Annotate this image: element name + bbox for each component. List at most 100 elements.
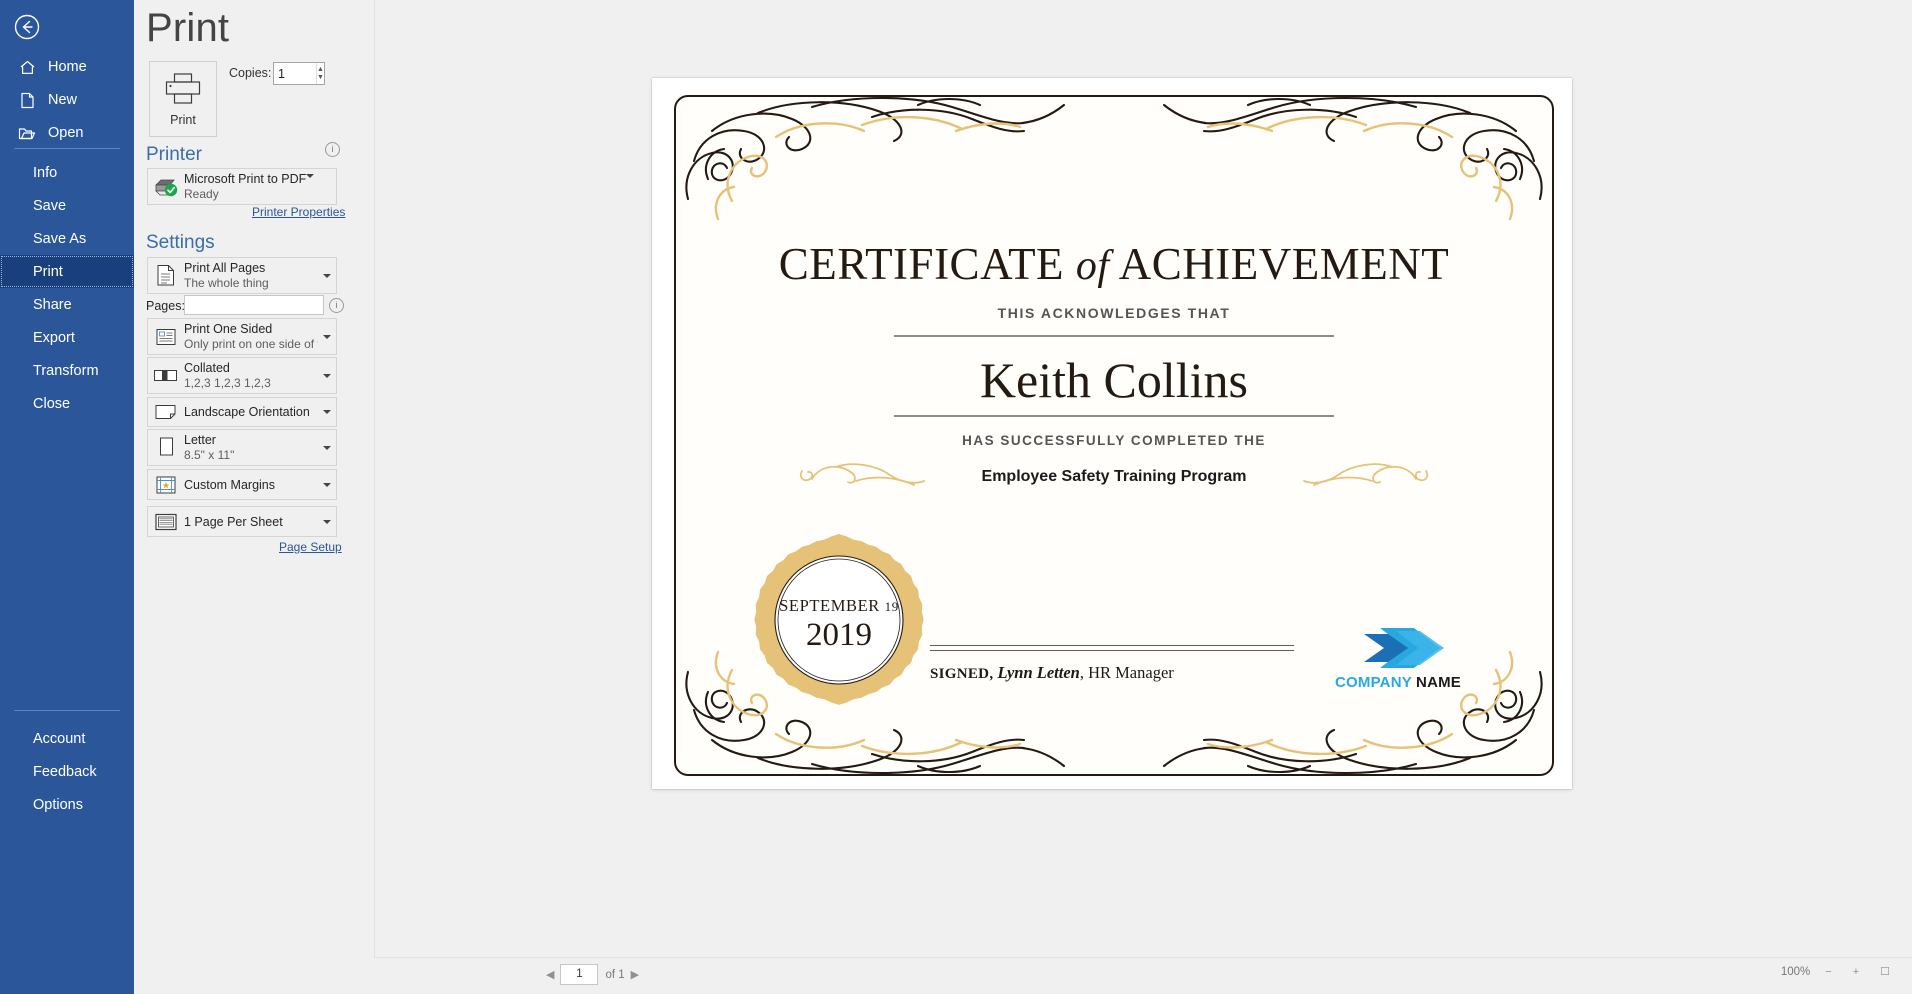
certificate-program-name: Employee Safety Training Program bbox=[981, 468, 1247, 485]
pages-label: Pages: bbox=[146, 299, 185, 313]
sidebar-item-account[interactable]: Account bbox=[0, 722, 134, 755]
sidebar-item-transform[interactable]: Transform bbox=[0, 354, 134, 387]
seal-day-label: 19 bbox=[884, 599, 899, 614]
printer-chevron-down-icon[interactable] bbox=[306, 173, 315, 196]
certificate-recipient-name: Keith Collins bbox=[979, 352, 1249, 408]
sidebar-item-label: Print bbox=[33, 263, 63, 280]
preview-status-bar: ◀ 1 of 1 ▶ 100% − + ☐ bbox=[374, 957, 1912, 994]
page-navigation: ◀ 1 of 1 ▶ bbox=[540, 964, 645, 985]
chevron-down-icon[interactable] bbox=[318, 445, 336, 450]
copies-increment-icon[interactable]: ▲ bbox=[317, 66, 324, 74]
zoom-in-icon[interactable]: + bbox=[1847, 966, 1865, 978]
sidebar-item-label: Account bbox=[33, 730, 86, 747]
chevron-down-icon[interactable] bbox=[318, 373, 336, 378]
setting-duplex-text: Print One Sided Only print on one side o… bbox=[184, 322, 318, 351]
sidebar-item-save[interactable]: Save bbox=[0, 189, 134, 222]
certificate-title-part1: CERTIFICATE bbox=[778, 239, 1065, 289]
prev-page-icon[interactable]: ◀ bbox=[540, 968, 560, 981]
zoom-out-icon[interactable]: − bbox=[1819, 966, 1837, 978]
copies-stepper[interactable]: ▲ ▼ bbox=[273, 62, 325, 85]
sidebar-item-info[interactable]: Info bbox=[0, 156, 134, 189]
sidebar-item-label: Close bbox=[33, 395, 71, 412]
sidebar-item-label: New bbox=[48, 92, 78, 108]
next-page-icon[interactable]: ▶ bbox=[625, 968, 645, 981]
certificate-border-frame: CERTIFICATE of ACHIEVEMENT THIS ACKNOWLE… bbox=[674, 95, 1554, 776]
signer-name: Lynn Letten bbox=[997, 663, 1080, 682]
setting-title: Print All Pages bbox=[184, 261, 266, 275]
sidebar-item-export[interactable]: Export bbox=[0, 321, 134, 354]
back-arrow-icon[interactable] bbox=[10, 10, 44, 44]
setting-print-range[interactable]: Print All Pages The whole thing bbox=[147, 257, 337, 294]
page-setup-link[interactable]: Page Setup bbox=[279, 540, 342, 554]
setting-subtitle: The whole thing bbox=[184, 276, 269, 290]
setting-print-range-text: Print All Pages The whole thing bbox=[184, 261, 318, 290]
sidebar-item-label: Open bbox=[48, 125, 84, 141]
sidebar-item-label: Info bbox=[33, 164, 58, 181]
setting-margins[interactable]: Custom Margins bbox=[147, 469, 337, 500]
sidebar-item-save-as[interactable]: Save As bbox=[0, 222, 134, 255]
copies-input[interactable] bbox=[274, 63, 316, 84]
sidebar-item-label: Save bbox=[33, 197, 67, 214]
copies-decrement-icon[interactable]: ▼ bbox=[317, 74, 324, 82]
sidebar-item-share[interactable]: Share bbox=[0, 288, 134, 321]
chevron-down-icon[interactable] bbox=[318, 273, 336, 278]
home-icon bbox=[10, 59, 44, 76]
setting-paper-size-text: Letter 8.5" x 11" bbox=[184, 433, 318, 462]
signature-rule bbox=[930, 645, 1294, 651]
printer-status: Ready bbox=[184, 187, 219, 201]
printer-properties-link[interactable]: Printer Properties bbox=[252, 205, 345, 219]
collated-icon bbox=[148, 368, 184, 383]
setting-pages-per-sheet[interactable]: 1 Page Per Sheet bbox=[147, 506, 337, 537]
certificate-acknowledgement: THIS ACKNOWLEDGES THAT bbox=[997, 305, 1231, 321]
page-count-label: of 1 bbox=[605, 968, 625, 981]
copies-spin-buttons[interactable]: ▲ ▼ bbox=[316, 63, 324, 84]
pages-info-icon[interactable]: i bbox=[329, 298, 344, 313]
flourish-top-right bbox=[1162, 96, 1543, 221]
sidebar-item-options[interactable]: Options bbox=[0, 788, 134, 821]
signature-text: SIGNED, Lynn Letten, HR Manager bbox=[930, 663, 1174, 683]
chevron-down-icon[interactable] bbox=[318, 410, 336, 414]
chevron-down-icon[interactable] bbox=[318, 519, 336, 524]
printer-name: Microsoft Print to PDF bbox=[184, 172, 307, 186]
fit-to-page-icon[interactable]: ☐ bbox=[1874, 965, 1896, 978]
printer-info-icon[interactable]: i bbox=[325, 142, 340, 157]
zoom-controls: 100% − + ☐ bbox=[1781, 965, 1896, 979]
sidebar-item-close[interactable]: Close bbox=[0, 387, 134, 420]
sidebar-item-feedback[interactable]: Feedback bbox=[0, 755, 134, 788]
flourish-top-left bbox=[685, 96, 1066, 221]
setting-collation[interactable]: Collated 1,2,3 1,2,3 1,2,3 bbox=[147, 357, 337, 394]
nav-divider-bottom bbox=[14, 710, 120, 711]
sidebar-item-label: Save As bbox=[33, 230, 87, 247]
printer-info: Microsoft Print to PDF Ready bbox=[184, 172, 306, 201]
setting-title: Collated bbox=[184, 361, 230, 375]
setting-subtitle: 8.5" x 11" bbox=[184, 448, 235, 462]
setting-title: Letter bbox=[184, 433, 216, 447]
printer-icon bbox=[165, 72, 201, 104]
page-title: Print bbox=[146, 6, 230, 50]
setting-title: Landscape Orientation bbox=[184, 405, 310, 419]
backstage-main-area: Print Print Copies: 1 ▲ ▼ Printer i Micr… bbox=[134, 0, 1912, 994]
printer-select[interactable]: Microsoft Print to PDF Ready bbox=[147, 168, 337, 205]
setting-orientation[interactable]: Landscape Orientation bbox=[147, 397, 337, 427]
setting-duplex[interactable]: Print One Sided Only print on one side o… bbox=[147, 318, 337, 355]
all-pages-icon bbox=[148, 264, 184, 287]
setting-pages-per-sheet-text: 1 Page Per Sheet bbox=[184, 515, 318, 529]
page-number-input[interactable]: 1 bbox=[560, 964, 599, 985]
sidebar-item-print[interactable]: Print bbox=[0, 255, 134, 288]
setting-title: Custom Margins bbox=[184, 477, 275, 492]
print-button[interactable]: Print bbox=[149, 61, 217, 137]
certificate-page-preview[interactable]: CERTIFICATE of ACHIEVEMENT THIS ACKNOWLE… bbox=[652, 78, 1572, 789]
backstage-navigation: Home New Open Info Save Save As Print Sh… bbox=[0, 0, 134, 994]
chevron-down-icon[interactable] bbox=[318, 482, 336, 487]
setting-title: 1 Page Per Sheet bbox=[184, 514, 283, 529]
printer-ready-icon bbox=[148, 176, 184, 198]
setting-collation-text: Collated 1,2,3 1,2,3 1,2,3 bbox=[184, 361, 318, 390]
setting-orientation-text: Landscape Orientation bbox=[184, 405, 318, 419]
sidebar-item-label: Share bbox=[33, 296, 72, 313]
certificate-seal: SEPTEMBER 19 2019 bbox=[753, 534, 925, 706]
setting-title: Print One Sided bbox=[184, 322, 273, 336]
chevron-down-icon[interactable] bbox=[318, 334, 336, 339]
setting-paper-size[interactable]: Letter 8.5" x 11" bbox=[147, 429, 337, 466]
pages-input[interactable] bbox=[184, 295, 324, 315]
sidebar-item-open[interactable]: Open bbox=[0, 113, 134, 153]
